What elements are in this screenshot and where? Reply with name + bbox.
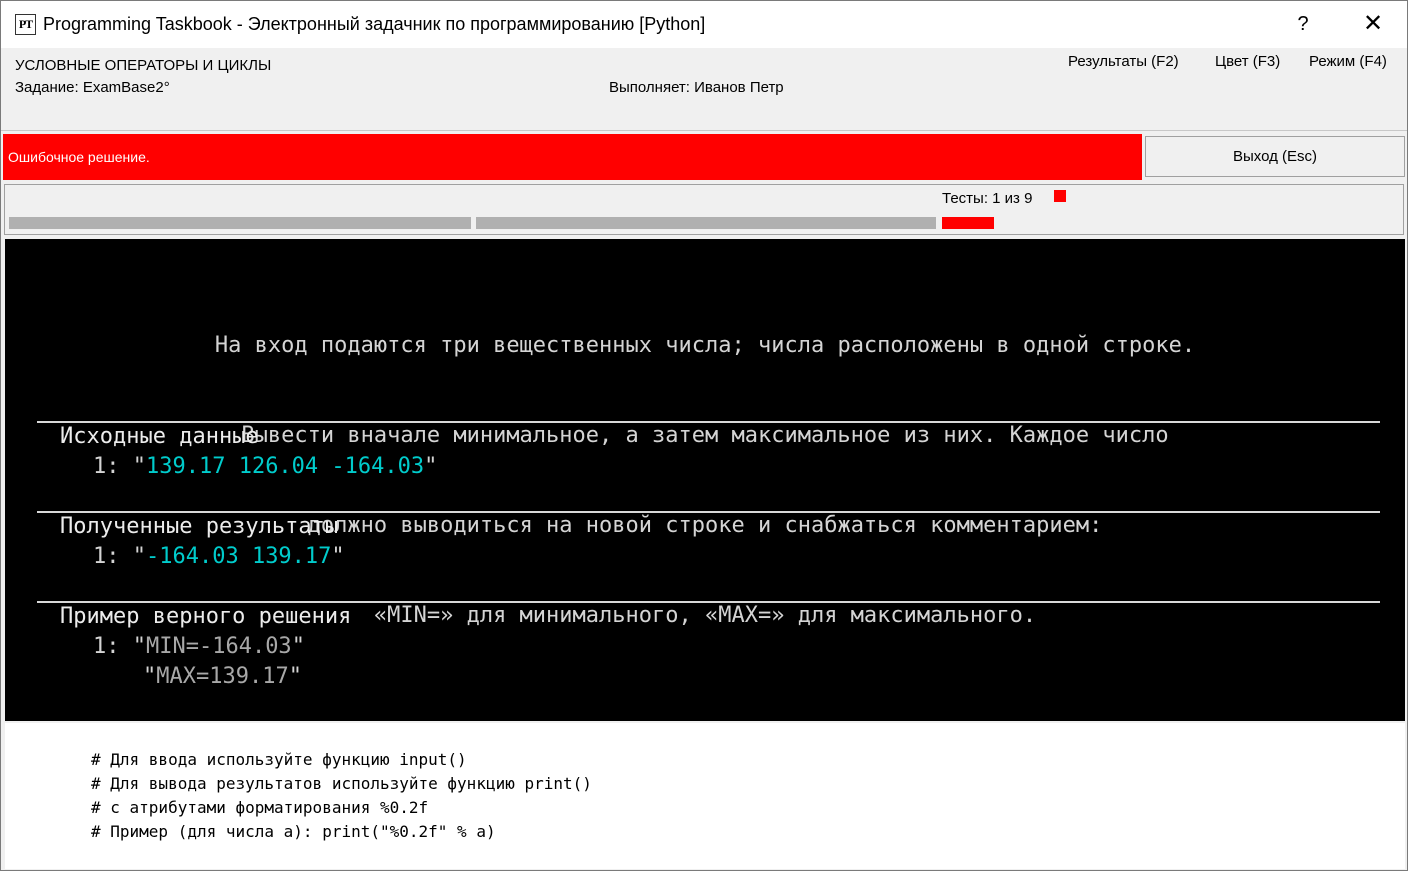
- progress-segment-failed: [942, 217, 994, 229]
- test-status-marker: [1054, 190, 1066, 202]
- line-prefix: 1: ": [93, 454, 146, 479]
- line-prefix: 1: ": [93, 634, 146, 659]
- tests-counter: Тесты: 1 из 9: [942, 190, 1033, 207]
- code-hints-area: # Для ввода используйте функцию input() …: [5, 723, 1405, 869]
- example-value-1: MIN=-164.03: [145, 634, 292, 659]
- obtained-results-line: 1: "-164.03 139.17": [93, 542, 345, 572]
- status-bar: Ошибочное решение.: [3, 134, 1142, 180]
- line-suffix: ": [291, 634, 305, 659]
- progress-segment-passed: [9, 217, 471, 229]
- progress-segment-passed: [476, 217, 936, 229]
- mode-menu-item[interactable]: Режим (F4): [1309, 53, 1387, 70]
- help-button[interactable]: ?: [1274, 1, 1332, 48]
- obtained-value: -164.03 139.17: [145, 544, 332, 569]
- line-suffix: ": [424, 454, 438, 479]
- performer-label: Выполняет: Иванов Петр: [609, 79, 784, 96]
- example-line-1: 1: "MIN=-164.03": [93, 632, 305, 662]
- exit-button[interactable]: Выход (Esc): [1145, 136, 1405, 177]
- code-hint-line: # Пример (для числа a): print("%0.2f" % …: [91, 822, 496, 841]
- obtained-results-heading: Полученные результаты: [60, 514, 339, 539]
- window-title: Programming Taskbook - Электронный задач…: [43, 14, 706, 34]
- line-suffix: ": [331, 544, 345, 569]
- code-hint-line: # Для ввода используйте функцию input(): [91, 750, 467, 769]
- input-data-line: 1: "139.17 126.04 -164.03": [93, 452, 437, 482]
- code-hint-line: # Для вывода результатов используйте фун…: [91, 774, 592, 793]
- results-menu-item[interactable]: Результаты (F2): [1068, 53, 1179, 70]
- task-header: УСЛОВНЫЕ ОПЕРАТОРЫ И ЦИКЛЫ Задание: Exam…: [1, 48, 1407, 131]
- line-suffix: ": [288, 664, 302, 689]
- line-prefix: 1: ": [93, 544, 146, 569]
- example-value-2: MAX=139.17: [156, 664, 289, 689]
- app-icon: PT: [15, 14, 36, 35]
- input-data-heading: Исходные данные: [60, 424, 259, 449]
- correct-example-heading: Пример верного решения: [60, 604, 352, 629]
- tests-panel: Тесты: 1 из 9: [4, 184, 1404, 235]
- color-menu-item[interactable]: Цвет (F3): [1215, 53, 1280, 70]
- description-line: На вход подаются три вещественных числа;…: [214, 333, 1196, 358]
- taskbook-window: PT Programming Taskbook - Электронный за…: [0, 0, 1408, 871]
- title-bar[interactable]: PT Programming Taskbook - Электронный за…: [1, 1, 1407, 48]
- input-value: 139.17 126.04 -164.03: [145, 454, 425, 479]
- code-hint-line: # с атрибутами форматирования %0.2f: [91, 798, 429, 817]
- status-message: Ошибочное решение.: [8, 149, 150, 165]
- line-prefix: ": [143, 664, 157, 689]
- section-title: УСЛОВНЫЕ ОПЕРАТОРЫ И ЦИКЛЫ: [15, 57, 272, 74]
- example-line-2: "MAX=139.17": [143, 662, 302, 692]
- task-name: Задание: ExamBase2°: [15, 79, 170, 96]
- task-display: На вход подаются три вещественных числа;…: [5, 239, 1405, 721]
- close-button[interactable]: ✕: [1344, 1, 1402, 48]
